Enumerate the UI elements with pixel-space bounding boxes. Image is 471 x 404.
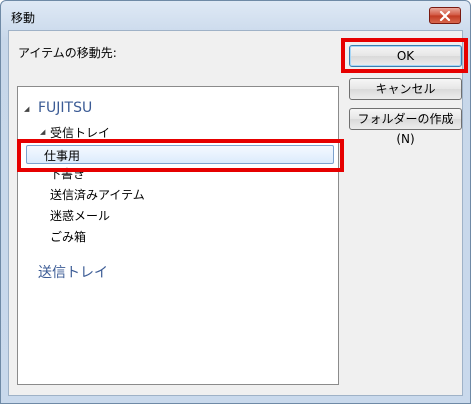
- cancel-button[interactable]: キャンセル: [349, 78, 462, 100]
- close-icon: [439, 11, 451, 21]
- tree-node-fujitsu[interactable]: FUJITSU: [38, 100, 92, 116]
- title-bar[interactable]: 移動: [1, 1, 470, 29]
- tree-node-outbox[interactable]: 送信トレイ: [38, 262, 108, 282]
- folder-tree[interactable]: ◢ FUJITSU ◢ 受信トレイ 送信済みアイテム 迷惑メール ごみ箱 送信ト…: [17, 86, 339, 385]
- tree-node-trash[interactable]: ごみ箱: [50, 228, 86, 245]
- ok-button[interactable]: OK: [349, 45, 462, 67]
- tree-node-sent-items[interactable]: 送信済みアイテム: [50, 186, 145, 203]
- tree-node-drafts[interactable]: 下書き: [49, 165, 85, 182]
- window-title: 移動: [11, 11, 36, 25]
- tree-node-inbox[interactable]: 受信トレイ: [50, 124, 110, 141]
- destination-prompt-label: アイテムの移動先:: [18, 46, 117, 60]
- new-folder-button[interactable]: フォルダーの作成(N): [349, 108, 462, 146]
- expanded-triangle-icon[interactable]: ◢: [40, 128, 45, 136]
- expanded-triangle-icon[interactable]: ◢: [24, 105, 29, 113]
- tree-node-junk[interactable]: 迷惑メール: [50, 207, 110, 224]
- tree-node-work[interactable]: 仕事用: [44, 147, 80, 164]
- close-button[interactable]: [429, 7, 461, 24]
